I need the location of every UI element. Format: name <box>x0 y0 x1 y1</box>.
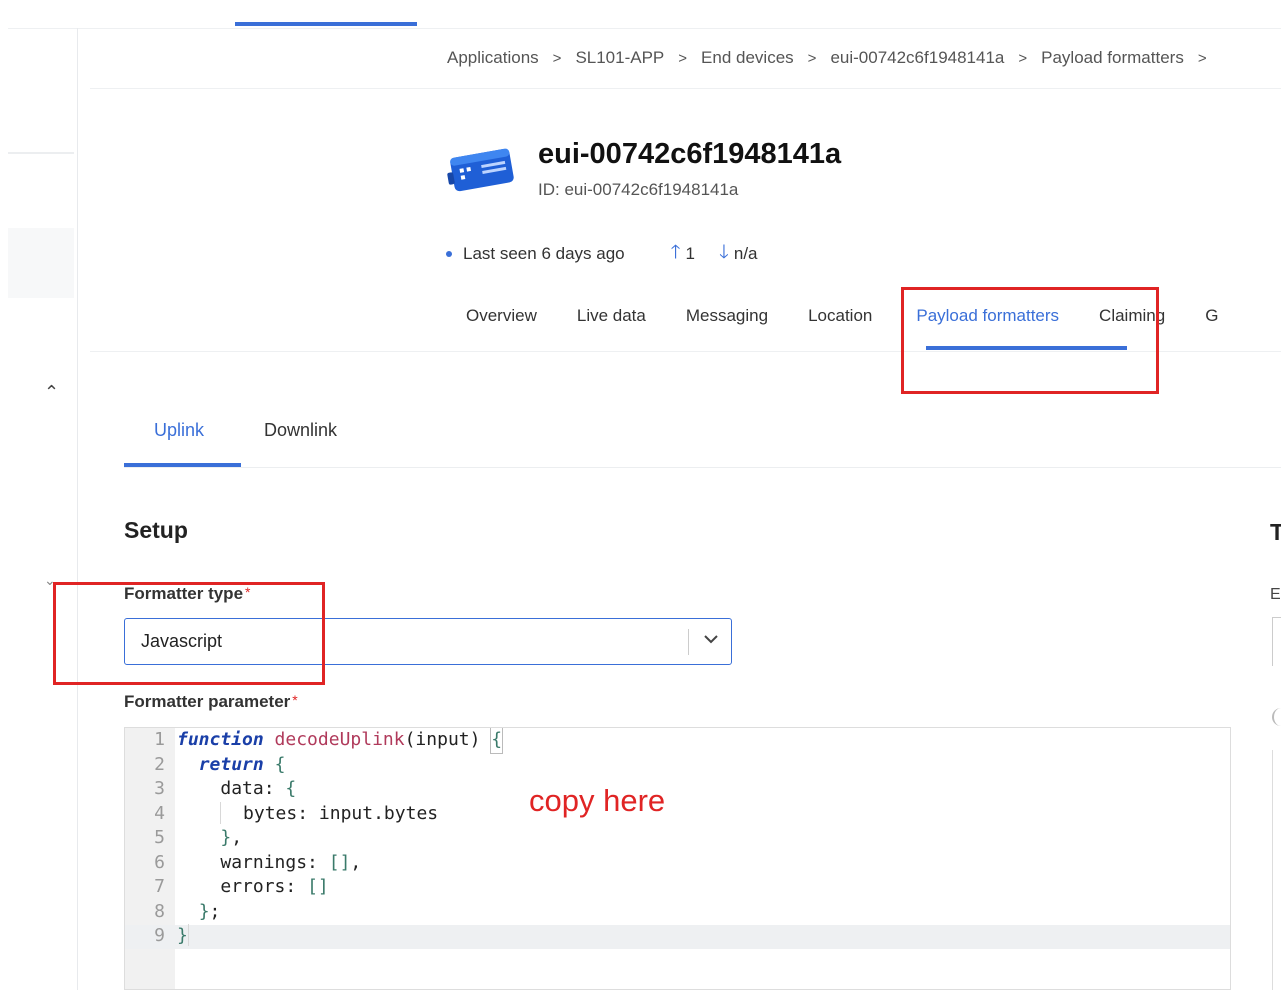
right-panel-radio[interactable] <box>1272 708 1281 726</box>
right-panel-editor-edge <box>1272 750 1273 990</box>
code-token: } <box>220 827 232 848</box>
annotation-highlight-formatter-type <box>53 582 325 685</box>
setup-heading: Setup <box>124 517 188 543</box>
tab-live-data[interactable]: Live data <box>577 306 646 326</box>
arrow-up-icon: 🡑 <box>670 242 681 263</box>
chevron-down-icon[interactable] <box>702 630 720 648</box>
required-marker: * <box>292 692 298 708</box>
device-title: eui-00742c6f1948141a <box>538 138 842 170</box>
last-seen-text: Last seen 6 days ago <box>463 244 625 263</box>
right-panel-heading: T <box>1270 519 1281 545</box>
downlink-count: n/a <box>733 244 758 263</box>
line-number: 7 <box>154 876 165 897</box>
line-number: 2 <box>154 753 165 775</box>
top-divider <box>8 28 1281 29</box>
tab-overview[interactable]: Overview <box>466 306 537 326</box>
breadcrumb-end-devices[interactable]: End devices <box>701 48 794 68</box>
line-number: 4 <box>154 802 165 824</box>
code-line: 2 return { <box>125 753 502 778</box>
code-token: warnings: <box>220 851 329 873</box>
code-token: { <box>490 728 504 754</box>
formatter-subtabs: Uplink Downlink <box>154 420 397 441</box>
breadcrumb-separator: > <box>552 49 562 67</box>
code-line: 4 bytes: input.bytes <box>125 801 502 827</box>
code-token: bytes: input.bytes <box>243 802 439 824</box>
code-token: , <box>231 827 243 848</box>
breadcrumb-separator: > <box>1197 49 1207 67</box>
sidebar-divider <box>8 152 74 154</box>
sidebar-collapse-icon[interactable]: ⌃ <box>44 382 59 403</box>
code-token: data: <box>220 778 286 799</box>
right-panel-label: E <box>1270 586 1281 603</box>
select-divider <box>688 629 689 655</box>
code-token: } <box>198 900 210 922</box>
code-token: function <box>177 729 264 750</box>
device-status-row: Last seen 6 days ago 🡑 1 🡓 n/a <box>446 238 758 270</box>
device-id: ID: eui-00742c6f1948141a <box>538 180 739 199</box>
line-number: 6 <box>154 851 165 873</box>
code-token: ; <box>209 900 221 922</box>
code-token: } <box>177 925 188 946</box>
line-number: 8 <box>154 900 165 922</box>
breadcrumb: Applications > SL101-APP > End devices >… <box>447 46 1221 70</box>
formatter-parameter-label-text: Formatter parameter <box>124 692 291 711</box>
right-panel-input[interactable] <box>1272 617 1281 666</box>
line-number: 9 <box>154 925 165 946</box>
tab-general-settings[interactable]: G <box>1205 306 1218 326</box>
status-dot <box>446 251 452 257</box>
line-number: 3 <box>154 778 165 799</box>
line-number: 5 <box>154 827 165 848</box>
code-line: 3 data: { <box>125 777 502 802</box>
breadcrumb-separator: > <box>1018 49 1028 67</box>
breadcrumb-app[interactable]: SL101-APP <box>575 48 664 68</box>
subtab-downlink[interactable]: Downlink <box>264 420 337 441</box>
gateway-device-icon <box>446 145 518 195</box>
subtabs-divider <box>124 467 1281 468</box>
breadcrumb-payload-formatters[interactable]: Payload formatters <box>1041 48 1184 68</box>
code-token: decodeUplink <box>274 729 405 750</box>
code-line: 6 warnings: [], <box>125 851 502 876</box>
code-token: return <box>198 753 264 775</box>
line-number: 1 <box>154 729 165 750</box>
breadcrumb-device[interactable]: eui-00742c6f1948141a <box>830 48 1004 68</box>
code-token: errors: <box>220 876 308 897</box>
sidebar-border <box>77 28 78 990</box>
annotation-copy-here: copy here <box>529 783 666 818</box>
code-token: , <box>350 851 362 873</box>
subtab-uplink[interactable]: Uplink <box>154 420 204 441</box>
code-token: [] <box>307 876 329 897</box>
code-content[interactable]: 1 function decodeUplink (input) { 2 retur… <box>125 728 504 949</box>
code-line: 1 function decodeUplink (input) { <box>125 728 504 754</box>
code-token: (input) <box>404 729 492 750</box>
arrow-down-icon: 🡓 <box>718 242 729 263</box>
code-token: [] <box>328 851 351 873</box>
tab-location[interactable]: Location <box>808 306 872 326</box>
top-nav-active-indicator <box>235 22 417 26</box>
breadcrumb-separator: > <box>678 49 688 67</box>
uplink-count: 1 <box>685 244 695 263</box>
code-line: 9 } <box>125 924 502 949</box>
formatter-parameter-label: Formatter parameter * <box>124 692 298 712</box>
tab-messaging[interactable]: Messaging <box>686 306 768 326</box>
code-line: 8 }; <box>125 900 502 925</box>
code-line: 5 }, <box>125 826 502 851</box>
annotation-highlight-tab <box>901 287 1159 394</box>
header-divider <box>90 88 1281 89</box>
breadcrumb-applications[interactable]: Applications <box>447 48 539 68</box>
sidebar-item[interactable] <box>8 228 74 298</box>
code-editor[interactable]: 1 function decodeUplink (input) { 2 retur… <box>124 727 1231 990</box>
text-cursor <box>187 924 189 946</box>
code-token: { <box>274 753 286 775</box>
code-token: { <box>285 778 297 799</box>
breadcrumb-separator: > <box>807 49 817 67</box>
code-line: 7 errors: [] <box>125 875 502 900</box>
